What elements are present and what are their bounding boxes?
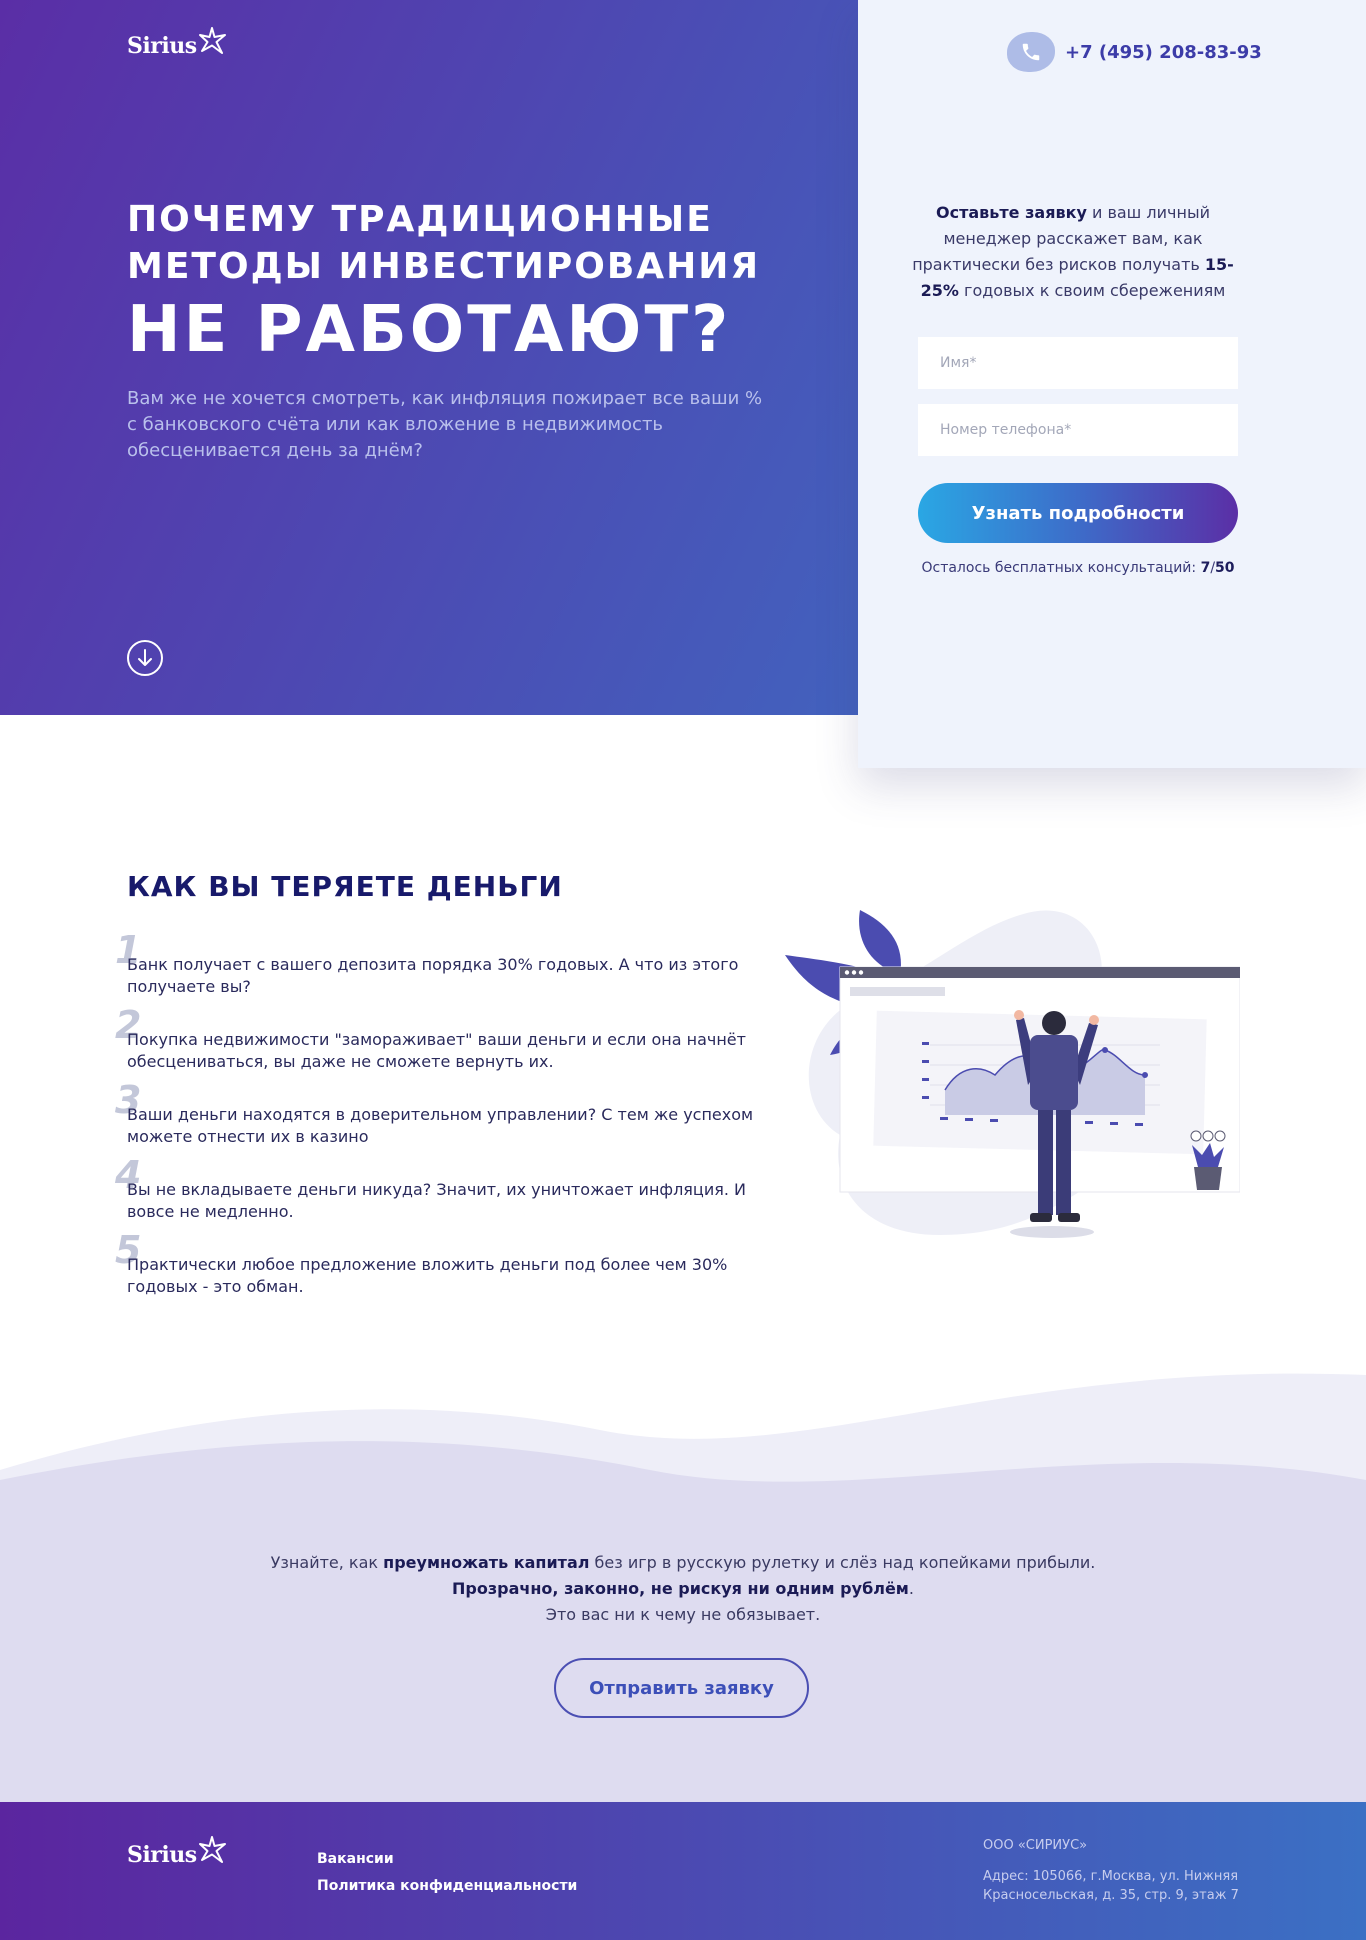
cta-text: Узнайте, как преумножать капитал без игр…	[0, 1550, 1366, 1628]
phone-icon	[1007, 32, 1055, 72]
hero-title-line3: НЕ РАБОТАЮТ?	[127, 293, 732, 367]
address-line1: Адрес: 105066, г.Москва, ул. Нижняя	[983, 1869, 1239, 1884]
cta-line2-bold: Прозрачно, законно, не рискуя ни одним р…	[452, 1579, 909, 1598]
name-input[interactable]	[918, 337, 1238, 389]
vacancies-link[interactable]: Вакансии	[317, 1846, 577, 1873]
losses-title: КАК ВЫ ТЕРЯЕТЕ ДЕНЬГИ	[127, 870, 563, 903]
hero-title-line1: ПОЧЕМУ ТРАДИЦИОННЫЕ	[127, 199, 713, 240]
phone-contact[interactable]: +7 (495) 208-83-93	[1007, 32, 1262, 72]
footer-links: Вакансии Политика конфиденциальности	[317, 1846, 577, 1900]
logo-text: Sirius	[127, 1842, 197, 1868]
lead-bold: Оставьте заявку	[936, 203, 1087, 222]
cta-line3: Это вас ни к чему не обязывает.	[545, 1605, 821, 1624]
footer-logo[interactable]: Sirius	[127, 1836, 226, 1868]
company-name: ООО «СИРИУС»	[983, 1838, 1088, 1853]
list-item: 5 Практически любое предложение вложить …	[115, 1230, 767, 1315]
list-item: 3 Ваши деньги находятся в доверительном …	[115, 1080, 767, 1165]
remaining-total: 50	[1215, 560, 1235, 576]
learn-more-button[interactable]: Узнать подробности	[918, 483, 1238, 543]
item-text: Вы не вкладываете деньги никуда? Значит,…	[127, 1180, 746, 1221]
company-info: ООО «СИРИУС» Адрес: 105066, г.Москва, ул…	[983, 1836, 1283, 1905]
cta-line2: Прозрачно, законно, не рискуя ни одним р…	[0, 1576, 1366, 1602]
remaining-label: Осталось бесплатных консультаций:	[921, 560, 1201, 576]
list-item: 1 Банк получает с вашего депозита порядк…	[115, 930, 767, 1015]
losses-list: 1 Банк получает с вашего депозита порядк…	[115, 930, 767, 1315]
address-line2: Красносельская, д. 35, стр. 9, этаж 7	[983, 1888, 1239, 1903]
leaf	[859, 910, 901, 975]
cta-line1-end: без игр в русскую рулетку и слёз над коп…	[589, 1553, 1096, 1572]
form-lead-text: Оставьте заявку и ваш личный менеджер ра…	[908, 200, 1238, 304]
logo-text: Sirius	[127, 33, 197, 59]
hero-title: ПОЧЕМУ ТРАДИЦИОННЫЕ МЕТОДЫ ИНВЕСТИРОВАНИ…	[127, 196, 760, 368]
privacy-policy-link[interactable]: Политика конфиденциальности	[317, 1873, 577, 1900]
lead-tail: годовых к своим сбережениям	[958, 281, 1226, 300]
item-text: Покупка недвижимости "замораживает" ваши…	[127, 1030, 746, 1071]
brand-logo[interactable]: Sirius	[127, 27, 226, 59]
free-consultations-counter: Осталось бесплатных консультаций: 7/50	[918, 560, 1238, 576]
cta-line1-bold: преумножать капитал	[383, 1553, 590, 1572]
cta-line2-end: .	[908, 1579, 914, 1598]
item-text: Практически любое предложение вложить де…	[127, 1255, 728, 1296]
arrow-down-icon	[138, 649, 152, 666]
footer: Sirius Вакансии Политика конфиденциально…	[0, 1802, 1366, 1940]
item-text: Ваши деньги находятся в доверительном уп…	[127, 1105, 754, 1146]
send-request-button[interactable]: Отправить заявку	[554, 1658, 809, 1718]
star-icon	[198, 1836, 226, 1863]
cta-line1-start: Узнайте, как	[270, 1553, 384, 1572]
lead-form-panel: +7 (495) 208-83-93 Оставьте заявку и ваш…	[858, 0, 1366, 768]
remaining-count: 7	[1200, 560, 1211, 576]
cta-line1: Узнайте, как преумножать капитал без игр…	[0, 1550, 1366, 1576]
phone-input[interactable]	[918, 404, 1238, 456]
list-item: 2 Покупка недвижимости "замораживает" ва…	[115, 1005, 767, 1090]
list-item: 4 Вы не вкладываете деньги никуда? Значи…	[115, 1155, 767, 1240]
hero-title-line2: МЕТОДЫ ИНВЕСТИРОВАНИЯ	[127, 246, 761, 287]
wave-divider	[0, 1373, 1366, 1550]
scroll-down-button[interactable]	[127, 640, 163, 676]
analytics-illustration	[785, 910, 1240, 1238]
item-text: Банк получает с вашего депозита порядка …	[127, 955, 739, 996]
browser-title-bar	[840, 967, 1240, 978]
hero-subtitle: Вам же не хочется смотреть, как инфляция…	[127, 388, 763, 461]
star-icon	[198, 27, 226, 54]
phone-number[interactable]: +7 (495) 208-83-93	[1065, 42, 1262, 63]
